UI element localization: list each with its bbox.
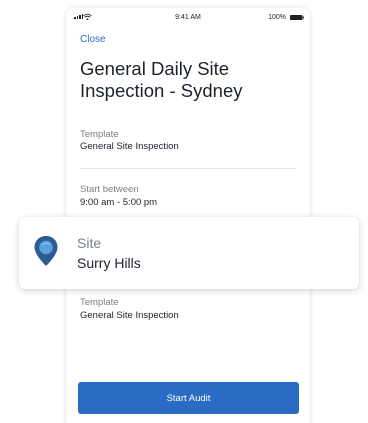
- location-pin-icon: [34, 236, 58, 266]
- site-card[interactable]: Site Surry Hills: [19, 217, 359, 289]
- template-value-secondary: General Site Inspection: [80, 310, 179, 321]
- close-button[interactable]: Close: [80, 34, 106, 45]
- template-value: General Site Inspection: [80, 141, 179, 152]
- start-between-label: Start between: [80, 184, 139, 195]
- template-label: Template: [80, 129, 119, 140]
- app-screen: 9:41 AM 100% Close General Daily Site In…: [0, 0, 368, 423]
- site-label: Site: [77, 235, 102, 251]
- template-label-secondary: Template: [80, 297, 119, 308]
- start-between-value: 9:00 am - 5:00 pm: [80, 197, 158, 208]
- phone-screen: 9:41 AM 100% Close General Daily Site In…: [66, 8, 310, 423]
- page-title: General Daily Site Inspection - Sydney: [80, 58, 243, 101]
- site-value: Surry Hills: [77, 255, 141, 271]
- divider: [80, 168, 296, 169]
- start-audit-button[interactable]: Start Audit: [78, 382, 299, 414]
- battery-percentage: 100%: [268, 14, 286, 21]
- battery-icon: [290, 15, 304, 20]
- status-bar: 9:41 AM 100%: [66, 8, 310, 28]
